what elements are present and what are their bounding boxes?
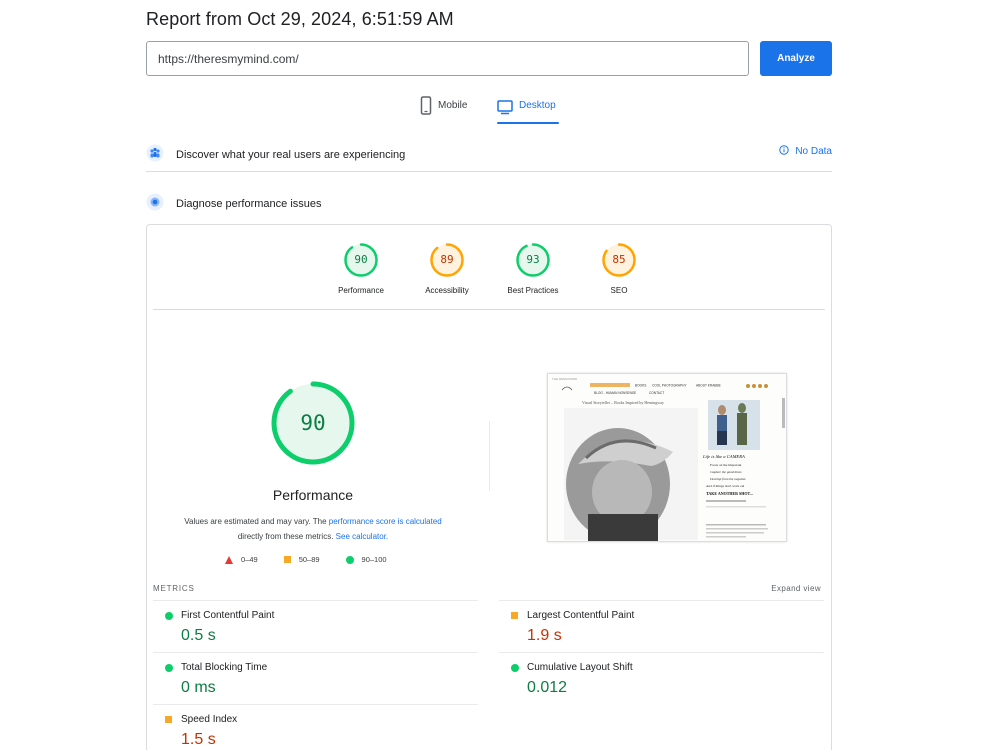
legend-fail-label: 0–49 <box>241 555 258 564</box>
score-gauge-performance[interactable]: 90 Performance <box>321 242 401 295</box>
gauge-score: 93 <box>526 253 540 266</box>
metric-largest-contentful-paint: Largest Contentful Paint 1.9 s <box>499 600 824 652</box>
performance-score-link[interactable]: performance score is calculated <box>329 517 442 526</box>
thumb-poem-line-3: Develop from the negative <box>709 477 746 481</box>
diagnose-title: Diagnose performance issues <box>176 198 322 210</box>
monitor-icon <box>497 96 513 116</box>
performance-main-score: 90 <box>300 411 326 435</box>
pass-circle-icon <box>511 664 519 672</box>
real-users-section[interactable]: Discover what your real users are experi… <box>146 139 832 172</box>
metric-value: 0.012 <box>527 679 568 696</box>
thumb-poem-line-2: Capture the good times <box>710 470 742 474</box>
thumb-nav-books: BOOKS <box>635 384 646 388</box>
thumb-tagline: Visual Storyteller – Books Inspired by H… <box>582 400 664 405</box>
score-note: Values are estimated and may vary. The p… <box>167 514 459 544</box>
legend-average: 50–89 <box>283 555 320 564</box>
pass-circle-icon <box>165 664 173 672</box>
thumb-poem-line-4: And if things don't work out <box>706 484 744 488</box>
legend-average-label: 50–89 <box>298 555 320 564</box>
thumb-nav-about: ABOUT KRABBE <box>696 384 721 388</box>
final-screenshot[interactable]: THE RESMYMIND BOOKS COOL PHOTOGRAPHY ABO… <box>547 373 787 542</box>
url-input[interactable] <box>146 41 749 76</box>
legend-pass: 90–100 <box>345 555 387 564</box>
performance-main-label: Performance <box>272 487 354 503</box>
thumb-poem-title: Life is like a CAMERA <box>702 454 745 459</box>
lab-data-icon <box>146 193 164 216</box>
triangle-icon <box>225 555 233 564</box>
gauge-label: Performance <box>338 286 384 295</box>
thumb-poem-line-5: TAKE ANOTHER SHOT... <box>706 491 753 496</box>
expand-view-button[interactable]: Expand view <box>771 584 821 593</box>
info-icon <box>779 145 790 158</box>
no-data-label: No Data <box>795 146 832 157</box>
metric-speed-index: Speed Index 1.5 s <box>153 704 478 750</box>
average-square-icon <box>165 716 172 723</box>
real-users-title: Discover what your real users are experi… <box>176 149 406 161</box>
metric-value: 1.5 s <box>181 731 216 748</box>
gauge-label: Accessibility <box>425 286 469 295</box>
metric-name: Total Blocking Time <box>181 662 268 673</box>
metric-name: Largest Contentful Paint <box>527 610 635 621</box>
legend-pass-label: 90–100 <box>361 555 387 564</box>
score-gauge-seo[interactable]: 85 SEO <box>579 242 659 295</box>
score-gauge-best-practices[interactable]: 93 Best Practices <box>493 242 573 295</box>
metric-name: Speed Index <box>181 714 238 725</box>
gauges-divider <box>153 309 825 310</box>
metric-value: 0.5 s <box>181 627 216 644</box>
tab-mobile-label: Mobile <box>438 100 468 111</box>
metric-value: 1.9 s <box>527 627 562 644</box>
see-calculator-link[interactable]: See calculator. <box>336 532 388 541</box>
circle-icon <box>345 555 354 564</box>
score-legend: 0–49 50–89 90–100 <box>225 555 413 564</box>
users-field-data-icon <box>146 144 164 167</box>
svg-text:THE RESMYMIND: THE RESMYMIND <box>552 377 578 381</box>
no-data-status[interactable]: No Data <box>779 145 832 158</box>
smartphone-icon <box>420 96 432 116</box>
metric-name: Cumulative Layout Shift <box>527 662 633 673</box>
metric-name: First Contentful Paint <box>181 610 275 621</box>
note-text-2: directly from these metrics. <box>237 532 336 541</box>
gauge-label: SEO <box>610 286 628 295</box>
square-icon <box>283 556 291 563</box>
gauge-score: 85 <box>612 253 626 266</box>
metric-cumulative-layout-shift: Cumulative Layout Shift 0.012 <box>499 652 824 704</box>
tab-mobile[interactable]: Mobile <box>420 96 467 124</box>
report-title: Report from Oct 29, 2024, 6:51:59 AM <box>146 9 454 29</box>
note-text-1: Values are estimated and may vary. The <box>184 517 329 526</box>
metrics-header: METRICS <box>153 584 195 593</box>
metric-value: 0 ms <box>181 679 216 696</box>
site-screenshot-image: THE RESMYMIND BOOKS COOL PHOTOGRAPHY ABO… <box>548 374 786 541</box>
legend-fail: 0–49 <box>225 555 258 564</box>
thumb-poem-line-1: Focus on the important <box>710 463 741 467</box>
pass-circle-icon <box>165 612 173 620</box>
tab-desktop[interactable]: Desktop <box>497 96 559 124</box>
gauge-score: 90 <box>354 253 368 266</box>
score-gauge-accessibility[interactable]: 89 Accessibility <box>407 242 487 295</box>
average-square-icon <box>511 612 518 619</box>
report-card: 90 Performance 89 Accessibility 93 Best … <box>146 224 832 750</box>
gauge-label: Best Practices <box>507 286 559 295</box>
thumb-nav-blog: BLOG - HUMAN NONSENSE <box>594 391 636 395</box>
metric-total-blocking-time: Total Blocking Time 0 ms <box>153 652 478 704</box>
thumb-nav-contact: CONTACT <box>649 391 664 395</box>
metric-first-contentful-paint: First Contentful Paint 0.5 s <box>153 600 478 652</box>
tab-desktop-label: Desktop <box>519 100 556 111</box>
thumb-nav-photo: COOL PHOTOGRAPHY <box>652 384 687 388</box>
gauge-score: 89 <box>440 253 454 266</box>
diagnose-section: Diagnose performance issues <box>146 193 832 215</box>
analyze-button[interactable]: Analyze <box>760 41 832 76</box>
vertical-divider <box>489 421 490 491</box>
